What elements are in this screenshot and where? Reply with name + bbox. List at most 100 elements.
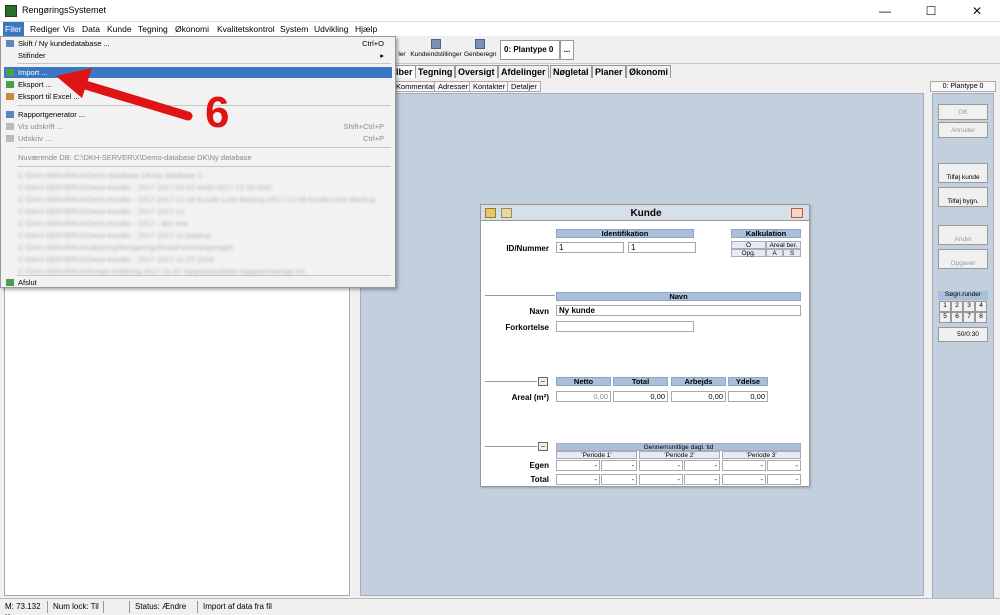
annotation-step-number: 6	[205, 88, 230, 137]
menu-hjaelp[interactable]: Hjælp	[353, 22, 379, 36]
menu-udvikling[interactable]: Udvikling	[312, 22, 351, 36]
menu-separator	[17, 147, 391, 148]
runde-1[interactable]: 1	[939, 301, 951, 312]
kalk-a[interactable]: A	[766, 249, 783, 257]
egen-p3b: -	[767, 460, 801, 471]
recent-db-5[interactable]: C:\DKH-SERVER\X\Demo-kunder - 2017 - den…	[4, 218, 392, 229]
customer-card: Kunde Identifikation Kalkulation ID/Numm…	[480, 204, 810, 487]
kalk-o[interactable]: O	[731, 241, 766, 249]
kundeindstillinger-button[interactable]: Kundeindstillinger	[410, 38, 462, 62]
menu-oekonomi[interactable]: Økonomi	[173, 22, 211, 36]
genberegn-button[interactable]: Genberegn	[464, 38, 497, 62]
menu-item-eksport-excel[interactable]: Eksport til Excel ...	[4, 91, 392, 102]
menu-system[interactable]: System	[278, 22, 310, 36]
status-mode: Status: Ændre	[132, 601, 198, 613]
star-icon[interactable]	[501, 208, 512, 218]
menu-item-vis-udskrift[interactable]: Vis udskrift ... Shift+Ctrl+P	[4, 121, 392, 132]
opgaver-button[interactable]: Opgaver	[938, 249, 988, 269]
kalk-areal[interactable]: Areal ber.	[766, 241, 801, 249]
tab-oversigt[interactable]: Oversigt	[455, 65, 498, 78]
menu-kunde[interactable]: Kunde	[105, 22, 134, 36]
subtab-detaljer[interactable]: Detaljer	[507, 81, 541, 92]
file-menu-dropdown: Skift / Ny kundedatabase ... Ctrl+O Stifi…	[0, 36, 396, 288]
edit-icon[interactable]	[791, 208, 803, 218]
runde-3[interactable]: 3	[963, 301, 975, 312]
recent-db-4[interactable]: C:\DKH-SERVER\X\Demo-kunder - 2017-2017-…	[4, 206, 392, 217]
tilfoej-bygn-button[interactable]: Tilføj bygn.	[938, 187, 988, 207]
menu-data[interactable]: Data	[80, 22, 102, 36]
periode2-header: 'Periode 2'	[639, 451, 720, 459]
navn-label: Navn	[529, 307, 549, 316]
kalk-opg[interactable]: Opg.	[731, 249, 766, 257]
subtab-kommentar[interactable]: Kommentar	[392, 81, 439, 92]
plantype-combo[interactable]: 0: Plantype 0	[500, 40, 560, 60]
recent-db-7[interactable]: C:\DKH-SERVER\X\Udlejning\Rengøringsfirm…	[4, 242, 392, 253]
runde-5[interactable]: 5	[939, 312, 951, 323]
andet-button[interactable]: Andet	[938, 225, 988, 245]
menu-item-rapportgenerator[interactable]: Rapportgenerator ...	[4, 109, 392, 120]
menu-item-afslut[interactable]: Afslut	[4, 277, 392, 288]
menu-rediger[interactable]: Rediger	[28, 22, 62, 36]
minimize-button[interactable]: —	[862, 0, 908, 22]
menu-item-skift-database[interactable]: Skift / Ny kundedatabase ... Ctrl+O	[4, 38, 392, 49]
recent-db-3[interactable]: C:\DKH-SERVER\X\Demo-kunder - 2017-2017-…	[4, 194, 392, 205]
toolbar-partial-button[interactable]: ler	[396, 38, 408, 62]
tab-oekonomi[interactable]: Økonomi	[626, 65, 672, 78]
menu-kvalitetskontrol[interactable]: Kvalitetskontrol	[215, 22, 277, 36]
tab-tegning[interactable]: Tegning	[415, 65, 456, 78]
menu-bar: Filer Rediger Vis Data Kunde Tegning Øko…	[0, 22, 1000, 36]
recent-db-2[interactable]: C:\DKH-SERVER\X\Demo-kunder - 2017-2017-…	[4, 182, 392, 193]
forkortelse-input[interactable]	[556, 321, 694, 332]
runde-2[interactable]: 2	[951, 301, 963, 312]
close-button[interactable]: ✕	[954, 0, 1000, 22]
menu-item-import[interactable]: Import ...	[4, 67, 392, 78]
title-bar: RengøringsSystemet — ☐ ✕	[0, 0, 1000, 22]
section-divider	[485, 446, 537, 452]
subtab-adresser[interactable]: Adresser	[434, 81, 473, 92]
recent-db-1[interactable]: C:\DKH-SERVER\X\Demo-database DK\Ny data…	[4, 170, 392, 181]
collapse-tid-button[interactable]: –	[538, 442, 548, 451]
folder-icon[interactable]	[485, 208, 496, 218]
subtab-kontakter[interactable]: Kontakter	[469, 81, 510, 92]
annuller-button[interactable]: Annuller	[938, 122, 988, 138]
ok-button[interactable]: OK	[938, 104, 988, 120]
kalk-s[interactable]: S	[783, 249, 801, 257]
menu-item-stifinder[interactable]: Stifinder ▸	[4, 50, 392, 61]
recent-db-6[interactable]: C:\DKH-SERVER\X\Demo-kunder - 2017-2017-…	[4, 230, 392, 241]
runde-7[interactable]: 7	[963, 312, 975, 323]
menu-tegning[interactable]: Tegning	[136, 22, 170, 36]
menu-separator	[17, 166, 391, 167]
status-memory: M: 73.132 K	[2, 601, 48, 615]
menu-separator	[17, 275, 391, 276]
collapse-areal-button[interactable]: –	[538, 377, 548, 386]
total-p2b: -	[684, 474, 720, 485]
id-input-1[interactable]: 1	[556, 242, 624, 253]
tilfoej-kunde-button[interactable]: Tilføj kunde	[938, 163, 988, 183]
menu-vis[interactable]: Vis	[61, 22, 77, 36]
section-divider	[485, 295, 555, 301]
recent-db-8[interactable]: C:\DKH-SERVER\X\Demo-kunder - 2017-2017-…	[4, 254, 392, 265]
tab-medlemmer[interactable]: lber	[393, 65, 416, 78]
runde-4[interactable]: 4	[975, 301, 987, 312]
menu-filer[interactable]: Filer	[3, 22, 24, 36]
areal-ydelse: 0,00	[728, 391, 768, 402]
areal-netto[interactable]: 0,00	[556, 391, 611, 402]
menu-item-udskriv[interactable]: Udskriv ... Ctrl+P	[4, 133, 392, 144]
tab-planer[interactable]: Planer	[592, 65, 626, 78]
runde-6[interactable]: 6	[951, 312, 963, 323]
menu-item-eksport[interactable]: Eksport ...	[4, 79, 392, 90]
tab-noegletal[interactable]: Nøgletal	[550, 65, 592, 78]
plantype-more-button[interactable]: ...	[560, 40, 574, 60]
id-input-2[interactable]: 1	[628, 242, 696, 253]
egen-p1a: -	[556, 460, 600, 471]
counter-button[interactable]: 50/0:30	[938, 327, 988, 342]
current-db-path: Nuværende DB: C:\DKH-SERVER\X\Demo-datab…	[18, 153, 252, 162]
maximize-button[interactable]: ☐	[908, 0, 954, 22]
runde-8[interactable]: 8	[975, 312, 987, 323]
right-plantype-tab[interactable]: 0: Plantype 0	[930, 81, 996, 92]
export-icon	[6, 81, 14, 88]
tab-afdelinger[interactable]: Afdelinger	[498, 65, 549, 78]
total-p1a: -	[556, 474, 600, 485]
navn-input[interactable]: Ny kunde	[556, 305, 801, 316]
report-icon	[6, 111, 14, 118]
